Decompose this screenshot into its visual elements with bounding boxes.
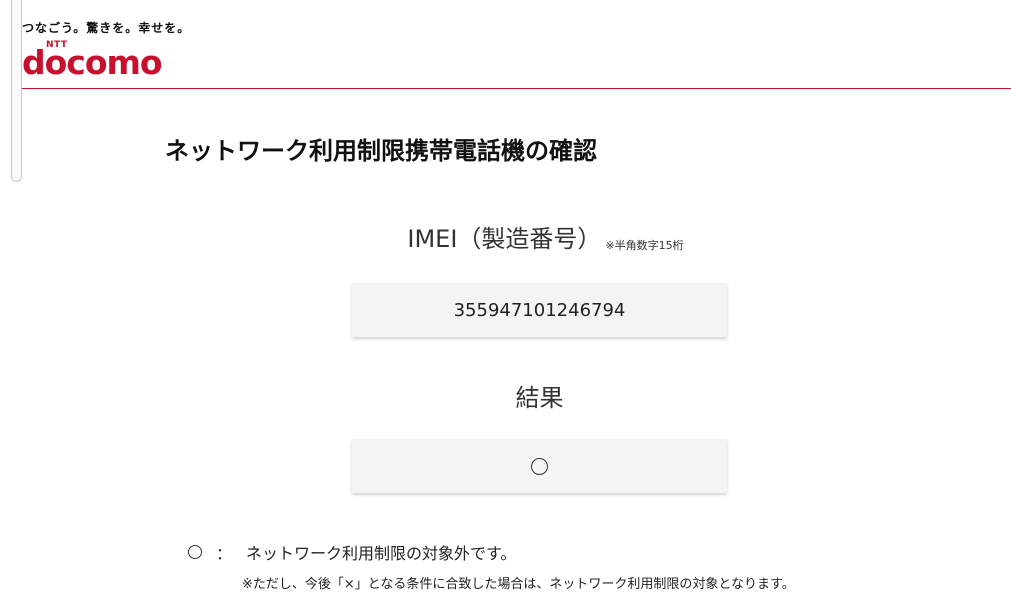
imei-field[interactable]: 355947101246794 xyxy=(352,283,727,337)
legend-colon: ： xyxy=(216,544,233,563)
legend-note: ※ただし、今後「×」となる条件に合致した場合は、ネットワーク利用制限の対象となり… xyxy=(242,577,795,592)
imei-format-note: ※半角数字15桁 xyxy=(605,239,684,252)
circle-icon xyxy=(188,545,202,559)
imei-label-row: IMEI（製造番号） ※半角数字15桁 xyxy=(0,219,1011,254)
header-divider xyxy=(22,88,1011,89)
legend-item: ： ネットワーク利用制限の対象外です。 xyxy=(188,540,516,564)
logo-brand-text: docomo xyxy=(22,43,163,82)
brand-tagline: つなごう。驚きを。幸せを。 xyxy=(22,21,191,35)
docomo-logo[interactable]: NTT docomo xyxy=(22,40,192,80)
legend-text: ネットワーク利用制限の対象外です。 xyxy=(246,544,517,563)
scrollbar-handle[interactable] xyxy=(11,0,22,182)
circle-icon xyxy=(531,457,548,475)
page-title: ネットワーク利用制限携帯電話機の確認 xyxy=(165,137,597,165)
imei-value: 355947101246794 xyxy=(453,299,626,321)
imei-label: IMEI（製造番号） xyxy=(407,225,602,253)
result-label: 結果 xyxy=(515,384,564,412)
result-field xyxy=(352,439,727,493)
result-label-row: 結果 xyxy=(0,378,1011,413)
